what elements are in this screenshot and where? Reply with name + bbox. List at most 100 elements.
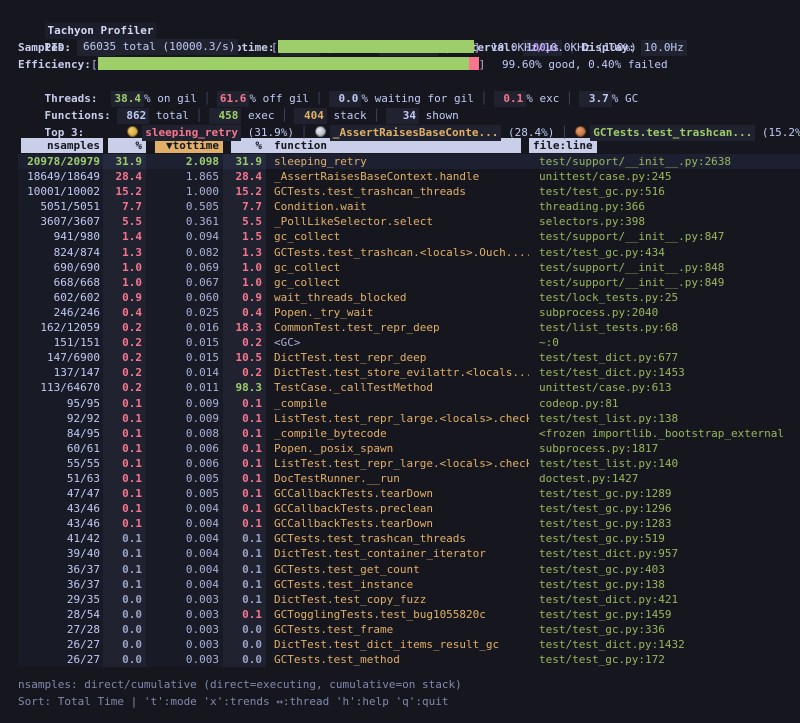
nsamples-cell: 26/27	[18, 652, 103, 667]
file-line-cell: test/test_dict.py:677	[529, 350, 800, 365]
table-row[interactable]: 690/690 1.0 0.069 1.0 gc_collect test/su…	[18, 260, 800, 275]
file-line-cell: unittest/case.py:613	[529, 380, 800, 395]
cumulative-percent-cell: 28.4	[223, 169, 266, 184]
direct-percent-cell: 0.2	[103, 335, 146, 350]
table-row[interactable]: 151/151 0.2 0.015 0.2 <GC> ~:0	[18, 335, 800, 350]
tottime-cell: 0.004	[146, 546, 223, 561]
table-row[interactable]: 43/46 0.1 0.004 0.1 GCCallbackTests.tear…	[18, 516, 800, 531]
direct-percent-cell: 0.1	[103, 516, 146, 531]
tottime-cell: 0.067	[146, 275, 223, 290]
table-row[interactable]: 43/46 0.1 0.004 0.1 GCCallbackTests.prec…	[18, 501, 800, 516]
table-row[interactable]: 36/37 0.1 0.004 0.1 GCTests.test_instanc…	[18, 577, 800, 592]
tottime-cell: 0.004	[146, 531, 223, 546]
table-row[interactable]: 84/95 0.1 0.008 0.1 _compile_bytecode <f…	[18, 426, 800, 441]
table-row[interactable]: 147/6900 0.2 0.015 10.5 DictTest.test_re…	[18, 350, 800, 365]
direct-percent-cell: 0.1	[103, 501, 146, 516]
direct-percent-cell: 0.0	[103, 622, 146, 637]
cumulative-percent-cell: 98.3	[223, 380, 266, 395]
nsamples-cell: 29/35	[18, 592, 103, 607]
direct-percent-cell: 0.0	[103, 592, 146, 607]
table-row[interactable]: 28/54 0.0 0.003 0.1 GCTogglingTests.test…	[18, 607, 800, 622]
nsamples-cell: 10001/10002	[18, 184, 103, 199]
tottime-cell: 0.014	[146, 365, 223, 380]
function-cell: DictTest.test_repr_deep	[266, 350, 529, 365]
tottime-cell: 0.004	[146, 577, 223, 592]
direct-percent-cell: 1.4	[103, 229, 146, 244]
nsamples-cell: 824/874	[18, 245, 103, 260]
file-line-cell: test/test_gc.py:1283	[529, 516, 800, 531]
file-line-cell: ~:0	[529, 335, 800, 350]
function-cell: CommonTest.test_repr_deep	[266, 320, 529, 335]
nsamples-cell: 602/602	[18, 290, 103, 305]
table-row[interactable]: 95/95 0.1 0.009 0.1 _compile codeop.py:8…	[18, 396, 800, 411]
function-cell: gc_collect	[266, 275, 529, 290]
function-cell: Condition.wait	[266, 199, 529, 214]
table-row[interactable]: 162/12059 0.2 0.016 18.3 CommonTest.test…	[18, 320, 800, 335]
direct-percent-cell: 1.3	[103, 245, 146, 260]
file-line-cell: test/list_tests.py:68	[529, 320, 800, 335]
function-cell: gc_collect	[266, 260, 529, 275]
file-line-cell: test/support/__init__.py:2638	[529, 154, 800, 169]
table-row[interactable]: 51/63 0.1 0.005 0.1 DocTestRunner.__run …	[18, 471, 800, 486]
cumulative-percent-cell: 0.1	[223, 411, 266, 426]
nsamples-cell: 3607/3607	[18, 214, 103, 229]
file-line-cell: test/test_gc.py:403	[529, 562, 800, 577]
function-cell: GCTests.test_frame	[266, 622, 529, 637]
tottime-cell: 0.003	[146, 607, 223, 622]
cumulative-percent-cell: 7.7	[223, 199, 266, 214]
nsamples-cell: 41/42	[18, 531, 103, 546]
table-row[interactable]: 27/28 0.0 0.003 0.0 GCTests.test_frame t…	[18, 622, 800, 637]
cumulative-percent-cell: 0.1	[223, 516, 266, 531]
table-row[interactable]: 47/47 0.1 0.005 0.1 GCCallbackTests.tear…	[18, 486, 800, 501]
table-row[interactable]: 246/246 0.4 0.025 0.4 Popen._try_wait su…	[18, 305, 800, 320]
table-row[interactable]: 668/668 1.0 0.067 1.0 gc_collect test/su…	[18, 275, 800, 290]
footer-legend: nsamples: direct/cumulative (direct=exec…	[18, 676, 800, 693]
table-row[interactable]: 36/37 0.1 0.004 0.1 GCTests.test_get_cou…	[18, 562, 800, 577]
direct-percent-cell: 0.2	[103, 380, 146, 395]
nsamples-cell: 92/92	[18, 411, 103, 426]
efficiency-label: Efficiency:	[18, 56, 91, 73]
cumulative-percent-cell: 0.1	[223, 546, 266, 561]
tottime-cell: 0.361	[146, 214, 223, 229]
table-row[interactable]: 60/61 0.1 0.006 0.1 Popen._posix_spawn s…	[18, 441, 800, 456]
direct-percent-cell: 15.2	[103, 184, 146, 199]
function-cell: DictTest.test_container_iterator	[266, 546, 529, 561]
function-cell: GCTests.test_method	[266, 652, 529, 667]
function-cell: DictTest.test_dict_items_result_gc	[266, 637, 529, 652]
file-line-cell: subprocess.py:2040	[529, 305, 800, 320]
table-row[interactable]: 941/980 1.4 0.094 1.5 gc_collect test/su…	[18, 229, 800, 244]
nsamples-cell: 43/46	[18, 501, 103, 516]
table-row[interactable]: 29/35 0.0 0.003 0.1 DictTest.test_copy_f…	[18, 592, 800, 607]
nsamples-cell: 27/28	[18, 622, 103, 637]
table-row[interactable]: 26/27 0.0 0.003 0.0 DictTest.test_dict_i…	[18, 637, 800, 652]
cumulative-percent-cell: 0.1	[223, 577, 266, 592]
table-row[interactable]: 41/42 0.1 0.004 0.1 GCTests.test_trashca…	[18, 531, 800, 546]
function-cell: GCTests.test_instance	[266, 577, 529, 592]
separator: │	[294, 126, 314, 139]
file-line-cell: unittest/case.py:245	[529, 169, 800, 184]
table-row[interactable]: 39/40 0.1 0.004 0.1 DictTest.test_contai…	[18, 546, 800, 561]
top3-third-name: GCTests.test_trashcan...	[590, 125, 755, 141]
direct-percent-cell: 31.9	[103, 154, 146, 169]
direct-percent-cell: 0.0	[103, 652, 146, 667]
table-row[interactable]: 20978/20979 31.9 2.098 31.9 sleeping_ret…	[18, 154, 800, 169]
function-cell: DocTestRunner.__run	[266, 471, 529, 486]
table-row[interactable]: 3607/3607 5.5 0.361 5.5 _PollLikeSelecto…	[18, 214, 800, 229]
table-row[interactable]: 602/602 0.9 0.060 0.9 wait_threads_block…	[18, 290, 800, 305]
table-row[interactable]: 137/147 0.2 0.014 0.2 DictTest.test_stor…	[18, 365, 800, 380]
direct-percent-cell: 0.2	[103, 320, 146, 335]
table-row[interactable]: 824/874 1.3 0.082 1.3 GCTests.test_trash…	[18, 245, 800, 260]
table-row[interactable]: 113/64670 0.2 0.011 98.3 TestCase._callT…	[18, 380, 800, 395]
table-row[interactable]: 92/92 0.1 0.009 0.1 ListTest.test_repr_l…	[18, 411, 800, 426]
cumulative-percent-cell: 0.1	[223, 592, 266, 607]
table-row[interactable]: 55/55 0.1 0.006 0.1 ListTest.test_repr_l…	[18, 456, 800, 471]
cumulative-percent-cell: 18.3	[223, 320, 266, 335]
table-row[interactable]: 10001/10002 15.2 1.000 15.2 GCTests.test…	[18, 184, 800, 199]
table-row[interactable]: 5051/5051 7.7 0.505 7.7 Condition.wait t…	[18, 199, 800, 214]
direct-percent-cell: 28.4	[103, 169, 146, 184]
table-row[interactable]: 18649/18649 28.4 1.865 28.4 _AssertRaise…	[18, 169, 800, 184]
direct-percent-cell: 0.9	[103, 290, 146, 305]
table-row[interactable]: 26/27 0.0 0.003 0.0 GCTests.test_method …	[18, 652, 800, 667]
cumulative-percent-cell: 0.1	[223, 396, 266, 411]
direct-percent-cell: 1.0	[103, 260, 146, 275]
